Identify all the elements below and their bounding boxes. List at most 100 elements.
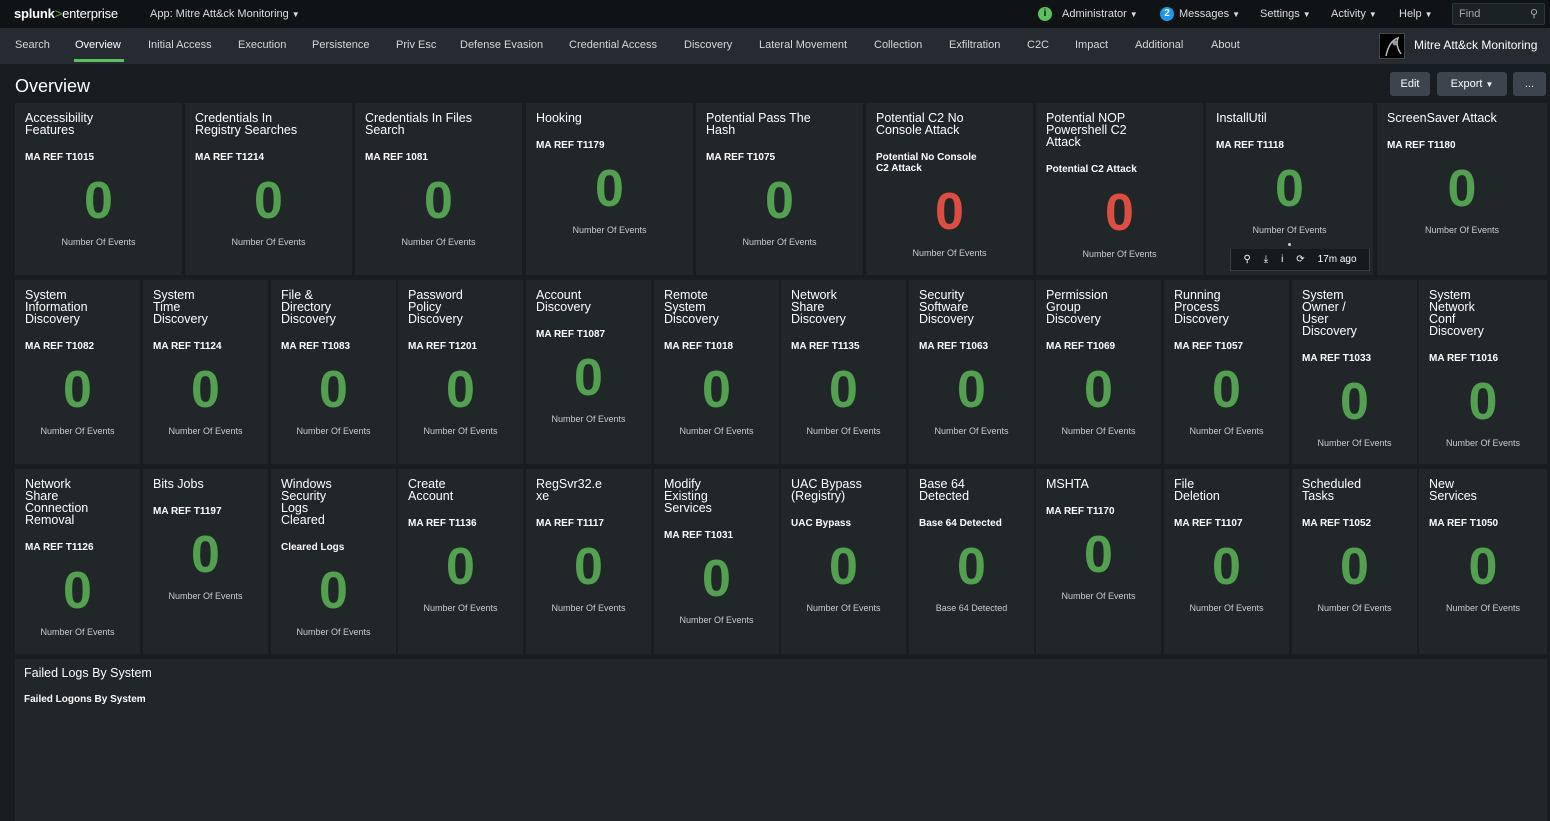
single-value-panel[interactable]: Account Discovery MA REF T1087 0 Number Of … <box>526 280 651 464</box>
single-value-panel[interactable]: Scheduled Tasks MA REF T1052 0 Number Of Ev… <box>1292 469 1417 654</box>
refresh-icon[interactable]: ⟳ <box>1296 254 1304 265</box>
administrator-menu[interactable]: Administrator ▼ <box>1062 8 1138 20</box>
panel-title: Security Software Discovery <box>919 288 974 326</box>
single-value-panel[interactable]: Permission Group Discovery MA REF T1069 0 N… <box>1036 280 1161 464</box>
splunk-logo[interactable]: splunk>enterprise <box>14 6 118 21</box>
value-unit-label: Number Of Events <box>1189 426 1264 436</box>
nav-tab-credential-access[interactable]: Credential Access <box>569 39 657 51</box>
single-value-panel[interactable]: Security Software Discovery MA REF T1063 0… <box>909 280 1034 464</box>
value-unit-label: Number Of Events <box>806 603 881 613</box>
more-actions-button[interactable]: ... <box>1513 72 1546 96</box>
single-value-panel[interactable]: Base 64 Detected Base 64 Detected 0 Base 64… <box>909 469 1034 654</box>
search-icon[interactable]: ⚲ <box>1243 254 1250 265</box>
single-value: 0 <box>63 361 92 419</box>
single-value-panel[interactable]: ScreenSaver Attack MA REF T1180 0 Number Of… <box>1377 103 1547 275</box>
settings-menu[interactable]: Settings ▼ <box>1260 8 1311 20</box>
nav-tab-defense-evasion[interactable]: Defense Evasion <box>460 39 543 51</box>
single-value-panel[interactable]: UAC Bypass (Registry) UAC Bypass 0 Number O… <box>781 469 906 654</box>
single-value-panel[interactable]: Credentials In Files Search MA REF 1081 0 N… <box>355 103 522 275</box>
nav-tab-persistence[interactable]: Persistence <box>312 39 369 51</box>
panel-title: MSHTA <box>1046 477 1089 491</box>
value-unit-label: Number Of Events <box>679 615 754 625</box>
download-icon[interactable]: ⤓ <box>1264 254 1268 265</box>
failed-logs-panel: Failed Logs By System Failed Logons By S… <box>15 659 1547 821</box>
panel-subtitle: Cleared Logs <box>281 542 345 553</box>
single-value-panel[interactable]: System Owner / User Discovery MA REF T103… <box>1292 280 1417 464</box>
nav-tab-discovery[interactable]: Discovery <box>684 39 732 51</box>
nav-tab-exfiltration[interactable]: Exfiltration <box>949 39 1000 51</box>
single-value-panel[interactable]: Potential C2 No Console Attack Potential … <box>866 103 1033 275</box>
single-value-panel[interactable]: Bits Jobs MA REF T1197 0 Number Of Events <box>143 469 268 654</box>
single-value-panel[interactable]: Potential Pass The Hash MA REF T1075 0 Numb… <box>696 103 863 275</box>
single-value-panel[interactable]: MSHTA MA REF T1170 0 Number Of Events <box>1036 469 1161 654</box>
single-value: 0 <box>957 538 986 596</box>
single-value-panel[interactable]: Potential NOP Powershell C2 Attack Potent… <box>1036 103 1203 275</box>
panel-title: System Owner / User Discovery <box>1302 288 1357 338</box>
value-unit-label: Number Of Events <box>1189 603 1264 613</box>
single-value-panel[interactable]: Accessibility Features MA REF T1015 0 Numbe… <box>15 103 182 275</box>
export-button[interactable]: Export ▼ <box>1437 72 1507 96</box>
single-value-panel[interactable]: Create Account MA REF T1136 0 Number Of Eve… <box>398 469 523 654</box>
panel-subtitle: MA REF T1214 <box>195 152 265 163</box>
find-placeholder: Find <box>1459 8 1481 20</box>
help-menu[interactable]: Help ▼ <box>1399 8 1433 20</box>
panel-title: Create Account <box>408 477 454 503</box>
single-value-panel[interactable]: File Deletion MA REF T1107 0 Number Of Even… <box>1164 469 1289 654</box>
single-value: 0 <box>702 550 731 608</box>
single-value-panel[interactable]: System Network Conf Discovery MA REF T101… <box>1419 280 1547 464</box>
app-menu[interactable]: App: Mitre Att&ck Monitoring ▼ <box>150 8 300 20</box>
panel-title: Credentials In Files Search <box>365 111 472 137</box>
find-input[interactable]: Find ⚲ <box>1452 3 1545 25</box>
nav-tab-about[interactable]: About <box>1211 39 1240 51</box>
value-unit-label: Number Of Events <box>168 426 243 436</box>
nav-tab-overview[interactable]: Overview <box>75 39 121 51</box>
nav-tab-c2c[interactable]: C2C <box>1027 39 1049 51</box>
info-icon[interactable]: i <box>1281 254 1283 265</box>
caret-down-icon: ▼ <box>291 10 300 19</box>
panel-subtitle: MA REF T1107 <box>1174 518 1243 529</box>
single-value: 0 <box>446 361 475 419</box>
nav-tab-collection[interactable]: Collection <box>874 39 922 51</box>
app-menu-label: App: Mitre Att&ck Monitoring <box>150 8 289 20</box>
single-value-panel[interactable]: New Services MA REF T1050 0 Number Of Event… <box>1419 469 1547 654</box>
single-value-panel[interactable]: Network Share Connection Removal MA REF T… <box>15 469 140 654</box>
nav-tab-impact[interactable]: Impact <box>1075 39 1108 51</box>
single-value-panel[interactable]: System Time Discovery MA REF T1124 0 Number… <box>143 280 268 464</box>
single-value-panel[interactable]: Modify Existing Services MA REF T1031 0 Num… <box>654 469 779 654</box>
single-value: 0 <box>446 538 475 596</box>
activity-menu[interactable]: Activity ▼ <box>1331 8 1377 20</box>
nav-tab-priv-esc[interactable]: Priv Esc <box>396 39 436 51</box>
panel-title: Base 64 Detected <box>919 477 970 503</box>
single-value: 0 <box>1340 538 1369 596</box>
panel-subtitle: MA REF T1135 <box>791 341 860 352</box>
single-value-panel[interactable]: Windows Security Logs Cleared Cleared Log… <box>271 469 396 654</box>
caret-down-icon: ▼ <box>1129 10 1138 19</box>
single-value-panel[interactable]: InstallUtil MA REF T1118 0 Number Of Events… <box>1206 103 1373 275</box>
panel-title: New Services <box>1429 477 1477 503</box>
nav-tab-execution[interactable]: Execution <box>238 39 286 51</box>
help-label: Help <box>1399 8 1422 20</box>
single-value-panel[interactable]: Hooking MA REF T1179 0 Number Of Events <box>526 103 693 275</box>
single-value-panel[interactable]: Network Share Discovery MA REF T1135 0 Numb… <box>781 280 906 464</box>
nav-tab-search[interactable]: Search <box>15 39 50 51</box>
single-value-panel[interactable]: Remote System Discovery MA REF T1018 0 Numb… <box>654 280 779 464</box>
value-unit-label: Number Of Events <box>168 591 243 601</box>
single-value-panel[interactable]: Running Process Discovery MA REF T1057 0 Nu… <box>1164 280 1289 464</box>
single-value-panel[interactable]: System Information Discovery MA REF T1082… <box>15 280 140 464</box>
single-value-panel[interactable]: Credentials In Registry Searches MA REF T… <box>185 103 352 275</box>
single-value-panel[interactable]: Password Policy Discovery MA REF T1201 0 Nu… <box>398 280 523 464</box>
single-value-panel[interactable]: File & Directory Discovery MA REF T1083 0 N… <box>271 280 396 464</box>
messages-menu[interactable]: Messages ▼ <box>1179 8 1240 20</box>
edit-button[interactable]: Edit <box>1390 72 1430 96</box>
nav-tab-lateral-movement[interactable]: Lateral Movement <box>759 39 847 51</box>
dashboard-title: Overview <box>15 76 91 96</box>
single-value: 0 <box>574 538 603 596</box>
nav-tab-additional[interactable]: Additional <box>1135 39 1183 51</box>
search-icon: ⚲ <box>1529 8 1538 20</box>
nav-tab-initial-access[interactable]: Initial Access <box>148 39 212 51</box>
panel-title: Running Process Discovery <box>1174 288 1229 326</box>
single-value-panel[interactable]: RegSvr32.e xe MA REF T1117 0 Number Of Even… <box>526 469 651 654</box>
single-value: 0 <box>424 172 453 230</box>
value-unit-label: Number Of Events <box>551 414 626 424</box>
panel-subtitle: MA REF T1201 <box>408 341 478 352</box>
